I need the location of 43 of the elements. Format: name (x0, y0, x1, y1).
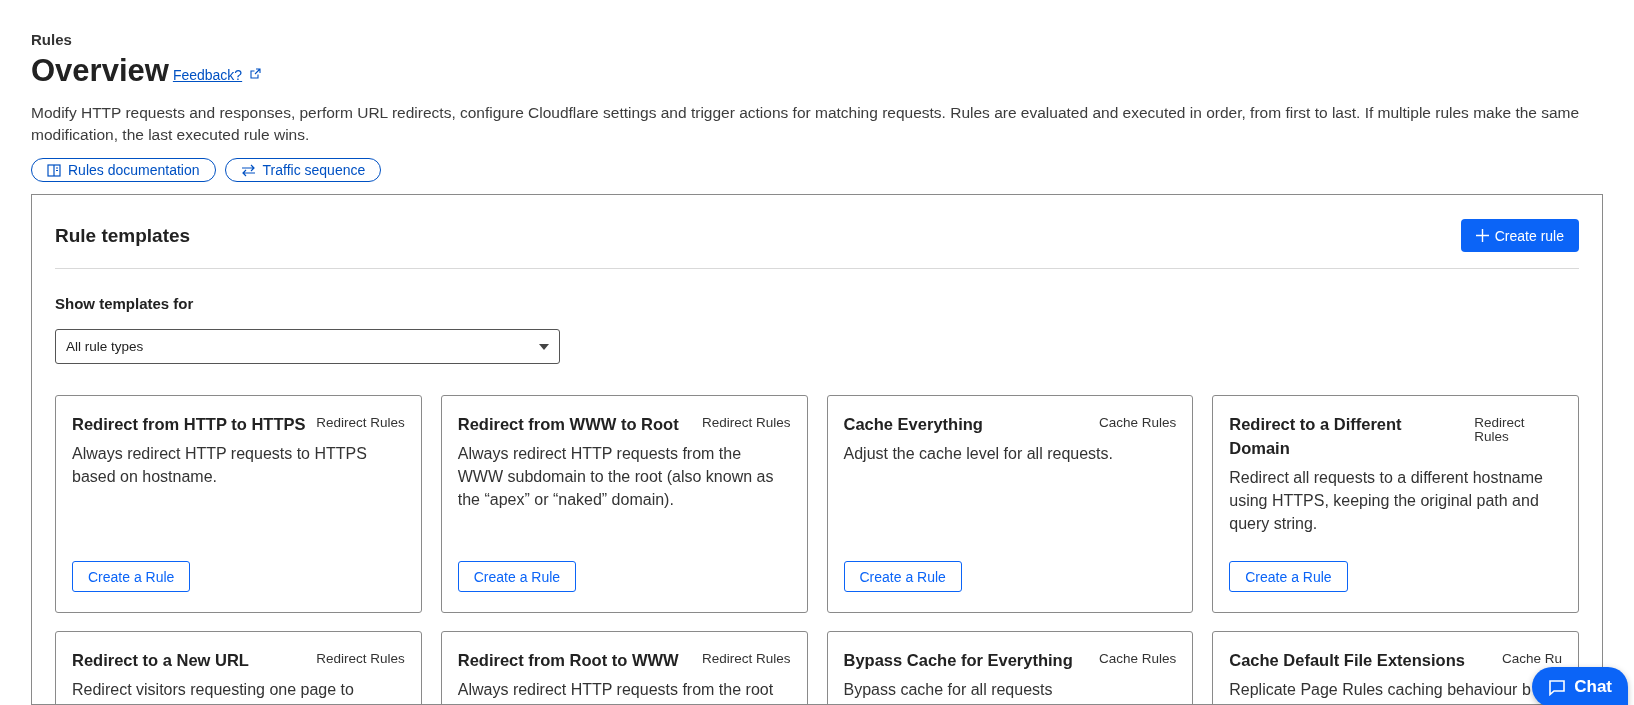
template-title: Redirect from HTTP to HTTPS (72, 414, 306, 436)
template-category: Redirect Rules (701, 652, 791, 667)
feedback-link[interactable]: Feedback? (172, 67, 243, 84)
rule-type-select[interactable]: All rule types (55, 329, 560, 365)
create-template-rule-button[interactable]: Create a Rule (72, 561, 191, 593)
plus-icon (1475, 229, 1489, 243)
template-title: Redirect to a New URL (72, 650, 249, 672)
template-title: Bypass Cache for Everything (843, 650, 1073, 672)
template-description: Bypass cache for all requests (843, 680, 1053, 701)
template-title: Redirect to a Different Domain (1229, 414, 1403, 460)
template-description: Always redirect HTTP requests from the WWW subdomain to the root (also known as the “apex” or “naked” domain). (457, 444, 775, 511)
breadcrumb: Rules (31, 31, 73, 48)
template-title: Redirect from Root to WWW (457, 650, 679, 672)
chat-icon (1548, 678, 1567, 696)
create-template-rule-button[interactable]: Create a Rule (843, 561, 962, 593)
template-description: Always redirect HTTP requests to HTTPS based on hostname. (72, 444, 368, 488)
template-title: Cache Default File Extensions (1229, 650, 1465, 672)
page-description: Modify HTTP requests and responses, perform URL redirects, configure Cloudflare settings and trigger actions for matching requests. Rules are evaluated and executed in order, from first to last. If multiple rules make the same modification, the last executed rule wins. (31, 103, 1581, 146)
template-category: Cache Rules (1098, 652, 1177, 667)
template-title: Redirect from WWW to Root (457, 414, 679, 436)
template-title: Cache Everything (843, 414, 983, 436)
create-template-rule-button[interactable]: Create a Rule (1229, 561, 1348, 593)
template-description: Redirect all requests to a different hostname using HTTPS, keeping the original path and query string. (1229, 468, 1544, 535)
external-link-icon (250, 68, 262, 80)
caret-icon (539, 343, 549, 350)
filter-label: Show templates for (55, 295, 195, 313)
template-category: Redirect Rules (1474, 416, 1526, 445)
template-category: Cache Rules (1098, 416, 1177, 431)
panel-title: Rule templates (55, 224, 191, 247)
chat-button[interactable]: Chat (1532, 667, 1628, 705)
template-category: Redirect Rules (701, 416, 791, 431)
book-icon (47, 163, 61, 177)
template-description: Replicate Page Rules caching behaviour b (1229, 680, 1531, 701)
template-description: Redirect visitors requesting one page to (72, 680, 354, 701)
template-category: Redirect Rules (316, 416, 405, 431)
create-rule-button[interactable]: Create rule (1460, 219, 1579, 253)
template-category: Cache Ru (1501, 652, 1562, 667)
page-title: Overview (31, 54, 169, 89)
template-description: Adjust the cache level for all requests. (843, 444, 1113, 465)
template-category: Redirect Rules (316, 652, 405, 667)
swap-arrows-icon (240, 163, 256, 177)
template-description: Always redirect HTTP requests from the root (457, 680, 774, 701)
create-template-rule-button[interactable]: Create a Rule (457, 561, 577, 593)
